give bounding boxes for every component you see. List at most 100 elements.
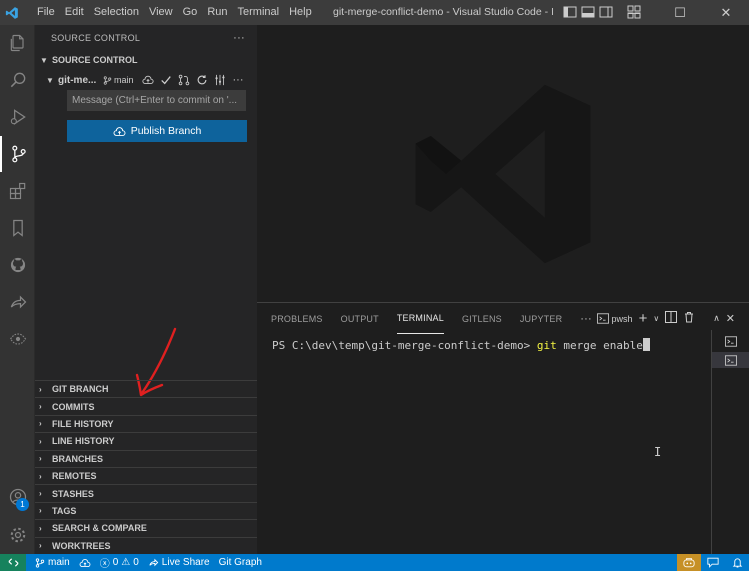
terminal-instance-1[interactable]: [712, 333, 749, 349]
repo-more-icon[interactable]: ···: [232, 74, 245, 87]
status-problems[interactable]: ⓧ 0 ⚠ 0: [100, 555, 139, 570]
account-icon[interactable]: 1: [0, 479, 35, 515]
commit-check-icon[interactable]: [160, 74, 173, 87]
terminal-instance-list: [711, 330, 749, 555]
git-graph-icon[interactable]: [214, 74, 227, 87]
source-control-icon[interactable]: [0, 136, 35, 172]
kill-terminal-trash-icon[interactable]: [683, 311, 695, 326]
view-file-history[interactable]: › FILE HISTORY: [35, 414, 257, 432]
view-git-branch[interactable]: › GIT BRANCH: [35, 380, 257, 397]
view-label: WORKTREES: [52, 540, 111, 551]
minimize-button[interactable]: —: [611, 0, 657, 25]
cloud-upload-icon: [79, 558, 91, 567]
tab-terminal[interactable]: TERMINAL: [396, 303, 444, 334]
explorer-icon[interactable]: [0, 25, 35, 61]
maximize-panel-icon[interactable]: ∧: [713, 313, 720, 324]
view-label: SEARCH & COMPARE: [52, 523, 147, 534]
close-button[interactable]: ✕: [703, 0, 749, 25]
view-branches[interactable]: › BRANCHES: [35, 449, 257, 467]
branch-icon: [103, 75, 112, 85]
sidebar-more-icon[interactable]: ···: [233, 32, 245, 44]
toggle-sidebar-icon[interactable]: [563, 5, 577, 19]
github-icon[interactable]: [0, 247, 35, 283]
sidebar: SOURCE CONTROL ··· ▼ SOURCE CONTROL ▼ gi…: [35, 25, 257, 554]
source-control-section-header[interactable]: ▼ SOURCE CONTROL: [35, 51, 257, 69]
sidebar-header: SOURCE CONTROL ···: [35, 25, 257, 51]
live-share-icon[interactable]: [0, 284, 35, 320]
section-title: SOURCE CONTROL: [52, 55, 138, 65]
gitlens-icon[interactable]: [0, 321, 35, 357]
terminal-instance-2[interactable]: [712, 352, 749, 368]
status-publish[interactable]: [79, 558, 91, 568]
publish-branch-button[interactable]: Publish Branch: [67, 120, 247, 142]
split-terminal-icon[interactable]: [665, 311, 678, 326]
chevron-right-icon: ›: [39, 471, 42, 481]
manage-gear-icon[interactable]: [0, 517, 35, 553]
view-worktrees[interactable]: › WORKTREES: [35, 536, 257, 554]
view-search-compare[interactable]: › SEARCH & COMPARE: [35, 519, 257, 536]
remote-indicator[interactable]: [0, 554, 26, 571]
terminal-prompt: PS C:\dev\temp\git-merge-conflict-demo>: [272, 339, 537, 352]
search-icon[interactable]: [0, 62, 35, 98]
view-label: COMMITS: [52, 401, 95, 412]
publish-cloud-icon[interactable]: [142, 74, 155, 87]
repo-branch[interactable]: main: [103, 75, 134, 85]
tab-output[interactable]: OUTPUT: [341, 303, 379, 334]
view-commits[interactable]: › COMMITS: [35, 397, 257, 414]
error-count: 0: [112, 557, 119, 568]
menu-selection[interactable]: Selection: [89, 0, 144, 25]
terminal-icon: [724, 335, 737, 347]
view-tags[interactable]: › TAGS: [35, 501, 257, 519]
terminal-output[interactable]: PS C:\dev\temp\git-merge-conflict-demo> …: [272, 338, 650, 352]
close-panel-icon[interactable]: ✕: [726, 312, 735, 325]
view-label: REMOTES: [52, 471, 97, 482]
view-stashes[interactable]: › STASHES: [35, 484, 257, 501]
tab-problems[interactable]: PROBLEMS: [271, 303, 323, 334]
menu-view[interactable]: View: [144, 0, 178, 25]
extensions-icon[interactable]: [0, 173, 35, 209]
terminal-cursor: [642, 338, 650, 351]
tab-gitlens[interactable]: GITLENS: [462, 303, 502, 334]
maximize-button[interactable]: ☐: [657, 0, 703, 25]
view-remotes[interactable]: › REMOTES: [35, 466, 257, 484]
panel-more-icon[interactable]: ···: [580, 303, 592, 334]
menu-terminal[interactable]: Terminal: [233, 0, 285, 25]
menu-bar: File Edit Selection View Go Run Terminal…: [32, 0, 317, 25]
error-icon: ⓧ: [99, 559, 110, 570]
branch-name: main: [114, 75, 134, 85]
run-debug-icon[interactable]: [0, 99, 35, 135]
toggle-panel-icon[interactable]: [581, 5, 595, 19]
repository-row[interactable]: ▼ git-me... main ···: [35, 69, 257, 91]
menu-go[interactable]: Go: [178, 0, 203, 25]
chevron-right-icon: ›: [39, 454, 42, 464]
menu-run[interactable]: Run: [202, 0, 232, 25]
chevron-right-icon: ›: [39, 384, 42, 394]
view-line-history[interactable]: › LINE HISTORY: [35, 432, 257, 449]
commit-message-input[interactable]: [67, 90, 246, 111]
pull-request-icon[interactable]: [178, 74, 191, 87]
menu-edit[interactable]: Edit: [60, 0, 89, 25]
status-git-graph[interactable]: Git Graph: [219, 557, 262, 568]
refresh-icon[interactable]: [196, 74, 209, 87]
window-controls: — ☐ ✕: [611, 0, 749, 25]
vscode-watermark-icon: [415, 84, 591, 264]
copilot-icon[interactable]: [677, 554, 701, 571]
bookmark-icon[interactable]: [0, 210, 35, 246]
warning-count: 0: [133, 557, 139, 568]
shell-name: pwsh: [611, 313, 633, 324]
feedback-icon[interactable]: [701, 554, 725, 571]
terminal-args: merge enable: [556, 339, 643, 352]
menu-help[interactable]: Help: [284, 0, 317, 25]
notifications-bell-icon[interactable]: [725, 554, 749, 571]
chevron-down-icon[interactable]: ∨: [653, 314, 659, 323]
tab-jupyter[interactable]: JUPYTER: [520, 303, 562, 334]
status-live-share[interactable]: Live Share: [148, 557, 210, 568]
menu-file[interactable]: File: [32, 0, 60, 25]
chevron-right-icon: ›: [39, 506, 42, 516]
chevron-down-icon: ▼: [40, 55, 48, 65]
terminal-shell-selector[interactable]: pwsh: [596, 313, 633, 324]
new-terminal-icon[interactable]: +: [639, 310, 648, 327]
title-bar: File Edit Selection View Go Run Terminal…: [0, 0, 749, 25]
status-branch[interactable]: main: [35, 557, 70, 568]
activity-bar: 1: [0, 25, 35, 554]
